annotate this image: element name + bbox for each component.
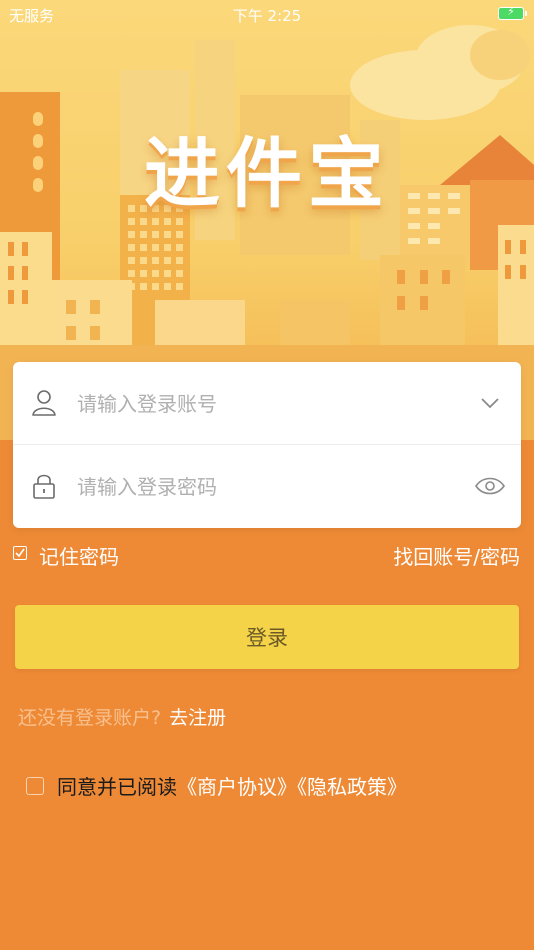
agreement-prefix: 同意并已阅读 [57, 775, 177, 799]
register-row: 还没有登录账户? 去注册 [18, 703, 226, 730]
status-time: 下午 2:25 [232, 7, 302, 25]
chevron-down-icon[interactable] [473, 388, 507, 418]
remember-label: 记住密码 [39, 545, 119, 569]
register-prompt: 还没有登录账户? [18, 707, 162, 729]
user-icon [31, 389, 57, 417]
agreement-checkbox[interactable] [26, 777, 44, 795]
password-input[interactable] [75, 465, 459, 509]
agreement-row: 同意并已阅读《商户协议》《隐私政策》 [26, 771, 526, 801]
merchant-agreement-link[interactable]: 《商户协议》 [177, 775, 297, 799]
battery-charging-icon: ⚡ [498, 5, 527, 20]
privacy-policy-link[interactable]: 《隐私政策》 [297, 775, 407, 799]
forgot-account-link[interactable]: 找回账号/密码 [393, 541, 520, 570]
login-button[interactable]: 登录 [15, 605, 519, 669]
agreement-text: 同意并已阅读《商户协议》《隐私政策》 [57, 771, 407, 800]
login-form-card [13, 362, 521, 528]
app-title: 进件宝 [144, 129, 390, 218]
eye-icon[interactable] [473, 471, 507, 501]
account-input[interactable] [75, 382, 459, 426]
status-bar: 无服务 下午 2:25 ⚡ [0, 0, 534, 28]
register-link[interactable]: 去注册 [169, 707, 226, 729]
password-field [13, 445, 521, 527]
lock-icon [31, 472, 57, 500]
remember-checkbox[interactable] [13, 546, 27, 560]
account-field [13, 362, 521, 445]
options-row: 记住密码 找回账号/密码 [0, 538, 534, 570]
